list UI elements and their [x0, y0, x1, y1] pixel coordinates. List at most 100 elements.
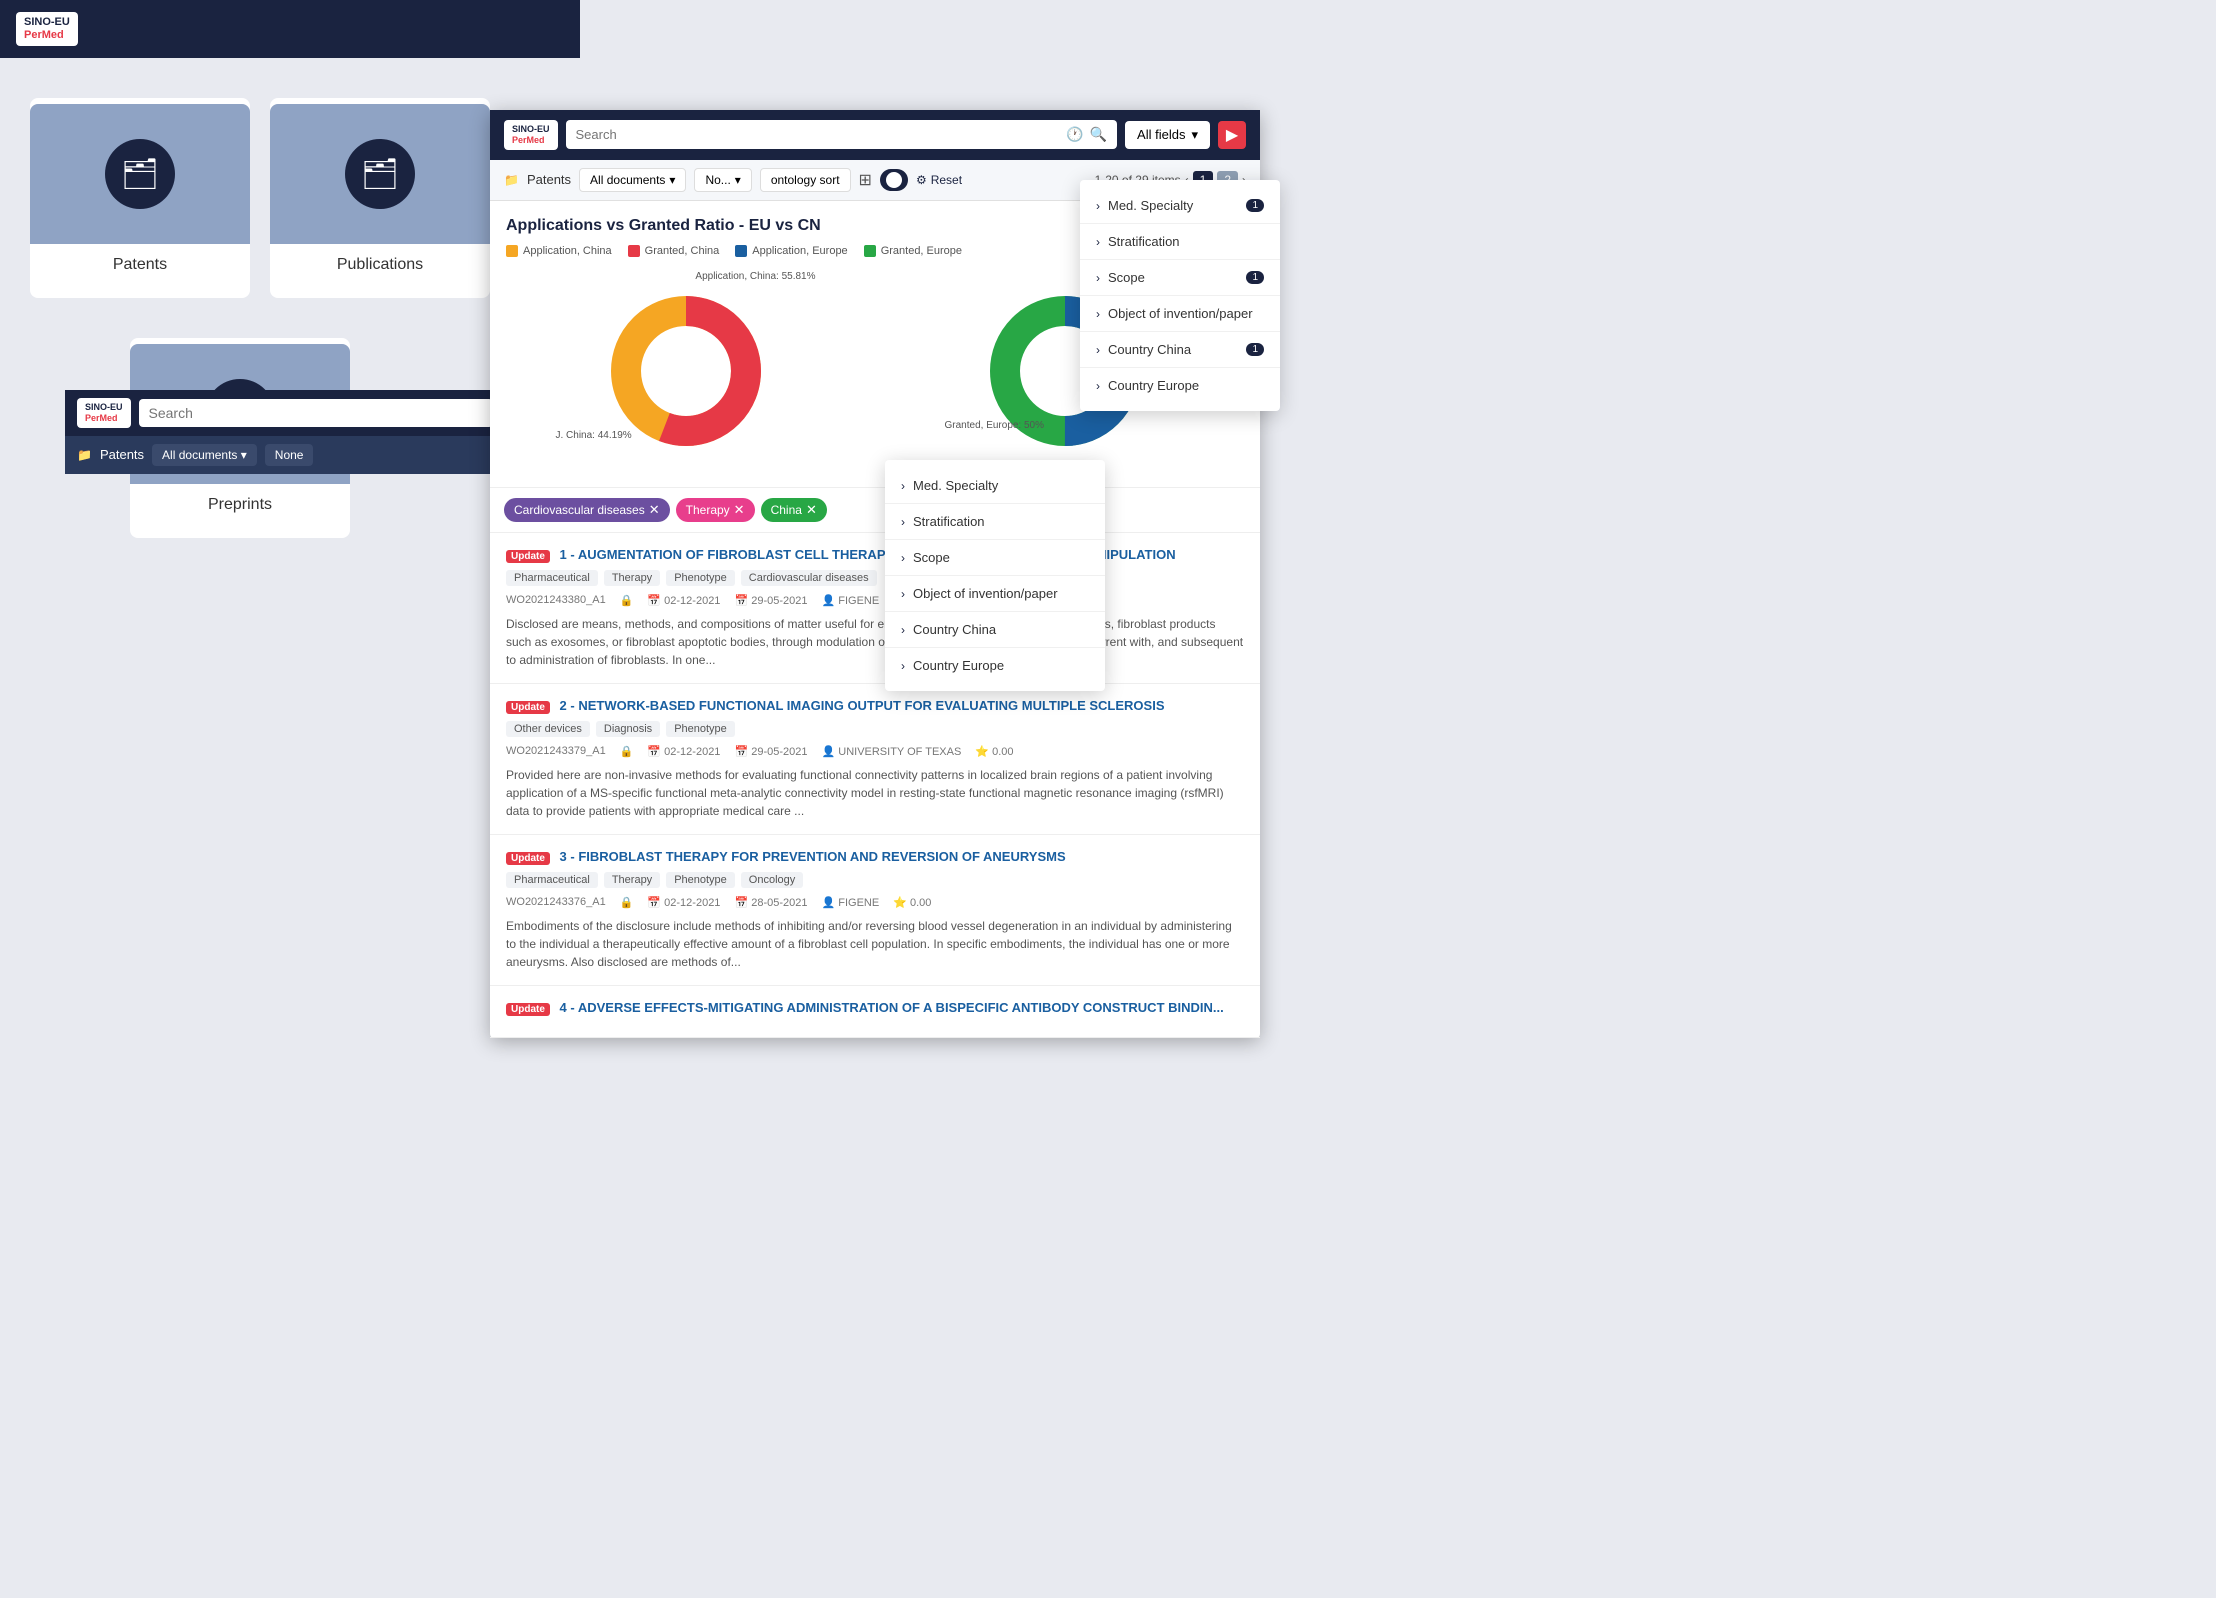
result-tag-diagnosis-2[interactable]: Diagnosis	[596, 721, 660, 737]
ontology-sort-dropdown[interactable]: ontology sort	[760, 168, 851, 192]
home-header: SINO-EU PerMed	[0, 0, 580, 58]
filter-panel-1: › Med. Specialty 1 › Stratification › Sc…	[1080, 180, 1280, 411]
wo-number-2: WO2021243379_A1	[506, 745, 606, 758]
secondary-search-input[interactable]	[149, 405, 483, 421]
main-logo: SINO-EU PerMed	[504, 120, 558, 150]
filter-country-china[interactable]: › Country China 1	[1080, 332, 1280, 368]
chevron-icon: ▾	[669, 173, 675, 187]
date2-3: 📅 28-05-2021	[734, 896, 807, 909]
result-title-3[interactable]: Update 3 - FIBROBLAST THERAPY FOR PREVEN…	[506, 849, 1244, 864]
filter-med-specialty[interactable]: › Med. Specialty 1	[1080, 188, 1280, 224]
result-tags-3: Pharmaceutical Therapy Phenotype Oncolog…	[506, 872, 1244, 888]
result-text-3: Embodiments of the disclosure include me…	[506, 917, 1244, 971]
china-donut-container: Application, China: 55.81% J. China: 44.…	[586, 281, 786, 461]
filter-country-europe2[interactable]: › Country Europe	[885, 648, 1105, 683]
publications-folder-icon: 🗂	[345, 139, 415, 209]
tag-cardiovascular[interactable]: Cardiovascular diseases ✕	[504, 498, 670, 522]
badge-med-specialty: 1	[1246, 199, 1264, 212]
tag-china-close[interactable]: ✕	[806, 502, 817, 518]
all-documents-dropdown[interactable]: All documents ▾	[579, 168, 686, 192]
org-2: 👤 UNIVERSITY OF TEXAS	[821, 745, 961, 758]
result-tag-therapy-3[interactable]: Therapy	[604, 872, 660, 888]
view-toggle[interactable]	[880, 169, 908, 191]
legend-dot-app-europe	[735, 245, 747, 257]
filter-object[interactable]: › Object of invention/paper	[1080, 296, 1280, 332]
result-tag-phenotype-3[interactable]: Phenotype	[666, 872, 735, 888]
result-tag-phenotype-1[interactable]: Phenotype	[666, 570, 735, 586]
lock-icon-2: 🔒	[620, 745, 634, 758]
result-tag-devices-2[interactable]: Other devices	[506, 721, 590, 737]
result-tag-pharma-3[interactable]: Pharmaceutical	[506, 872, 598, 888]
result-item-4: Update 4 - ADVERSE EFFECTS-MITIGATING AD…	[490, 986, 1260, 1038]
update-badge-1: Update	[506, 550, 550, 563]
legend-dot-granted-china	[628, 245, 640, 257]
chevron-med-specialty: ›	[1096, 199, 1100, 213]
result-tag-pharmaceutical-1[interactable]: Pharmaceutical	[506, 570, 598, 586]
no-label: No...	[705, 173, 730, 187]
search-go-button[interactable]: ▶	[1218, 121, 1246, 149]
card-patents-label: Patents	[113, 244, 167, 274]
filter-scope2[interactable]: › Scope	[885, 540, 1105, 576]
filter-scope[interactable]: › Scope 1	[1080, 260, 1280, 296]
legend-app-europe: Application, Europe	[735, 245, 847, 257]
date1-2: 📅 02-12-2021	[647, 745, 720, 758]
result-tag-phenotype-2[interactable]: Phenotype	[666, 721, 735, 737]
card-publications-icon-area: 🗂	[270, 104, 490, 244]
tag-therapy-close[interactable]: ✕	[734, 502, 745, 518]
filter-stratification2[interactable]: › Stratification	[885, 504, 1105, 540]
no-dropdown[interactable]: No... ▾	[694, 168, 751, 192]
filter-country-china2[interactable]: › Country China	[885, 612, 1105, 648]
result-title-1[interactable]: Update 1 - AUGMENTATION OF FIBROBLAST CE…	[506, 547, 1244, 562]
reset-label: Reset	[931, 173, 962, 187]
chevron-down-icon: ▾	[1191, 127, 1198, 143]
legend-granted-europe: Granted, Europe	[864, 245, 962, 257]
legend-dot-granted-europe	[864, 245, 876, 257]
secondary-search-bar[interactable]	[139, 399, 493, 427]
chevron-country-europe2: ›	[901, 659, 905, 673]
fields-label: All fields	[1137, 127, 1185, 142]
result-item-3: Update 3 - FIBROBLAST THERAPY FOR PREVEN…	[490, 835, 1260, 986]
search-icon[interactable]: 🔍	[1090, 126, 1107, 143]
result-meta-3: WO2021243376_A1 🔒 📅 02-12-2021 📅 28-05-2…	[506, 896, 1244, 909]
tag-cardiovascular-close[interactable]: ✕	[649, 502, 660, 518]
org-3: 👤 FIGENE	[821, 896, 879, 909]
filter-object2[interactable]: › Object of invention/paper	[885, 576, 1105, 612]
filter-med-specialty2[interactable]: › Med. Specialty	[885, 468, 1105, 504]
chevron-object: ›	[1096, 307, 1100, 321]
badge-scope: 1	[1246, 271, 1264, 284]
toolbar-patents-label: Patents	[527, 172, 571, 187]
toggle-circle	[886, 172, 902, 188]
result-title-2[interactable]: Update 2 - NETWORK-BASED FUNCTIONAL IMAG…	[506, 698, 1244, 713]
secondary-none-dropdown[interactable]: None	[265, 444, 314, 466]
reset-button[interactable]: ⚙ Reset	[916, 173, 962, 187]
tag-therapy[interactable]: Therapy ✕	[676, 498, 755, 522]
result-tag-oncology-3[interactable]: Oncology	[741, 872, 803, 888]
result-title-4[interactable]: Update 4 - ADVERSE EFFECTS-MITIGATING AD…	[506, 1000, 1244, 1015]
fields-dropdown[interactable]: All fields ▾	[1125, 121, 1210, 149]
result-tag-therapy-1[interactable]: Therapy	[604, 570, 660, 586]
result-text-1: Disclosed are means, methods, and compos…	[506, 615, 1244, 669]
secondary-logo: SINO-EU PerMed	[77, 398, 131, 428]
update-badge-2: Update	[506, 701, 550, 714]
search-clock-icon[interactable]: 🕐	[1066, 126, 1083, 143]
result-tag-cardio-1[interactable]: Cardiovascular diseases	[741, 570, 877, 586]
result-item-1: Update 1 - AUGMENTATION OF FIBROBLAST CE…	[490, 533, 1260, 684]
card-patents[interactable]: 🗂 Patents	[30, 98, 250, 298]
main-search-bar[interactable]: 🕐 🔍	[566, 120, 1118, 149]
filter-stratification[interactable]: › Stratification	[1080, 224, 1280, 260]
secondary-all-docs-dropdown[interactable]: All documents ▾	[152, 444, 257, 466]
china-label1: Application, China: 55.81%	[695, 271, 815, 282]
china-donut-chart	[606, 291, 766, 451]
europe-label2: Granted, Europe: 50%	[945, 420, 1045, 431]
results-list: Update 1 - AUGMENTATION OF FIBROBLAST CE…	[490, 533, 1260, 1038]
score-2: ⭐ 0.00	[975, 745, 1013, 758]
tag-china[interactable]: China ✕	[761, 498, 827, 522]
result-tags-2: Other devices Diagnosis Phenotype	[506, 721, 1244, 737]
secondary-patents-label: Patents	[100, 447, 144, 462]
filter-country-europe[interactable]: › Country Europe	[1080, 368, 1280, 403]
grid-icon[interactable]: ⊞	[859, 170, 872, 190]
main-search-input[interactable]	[576, 127, 1061, 142]
card-publications[interactable]: 🗂 Publications	[270, 98, 490, 298]
org-1: 👤 FIGENE	[821, 594, 879, 607]
card-preprints-label: Preprints	[208, 484, 272, 514]
